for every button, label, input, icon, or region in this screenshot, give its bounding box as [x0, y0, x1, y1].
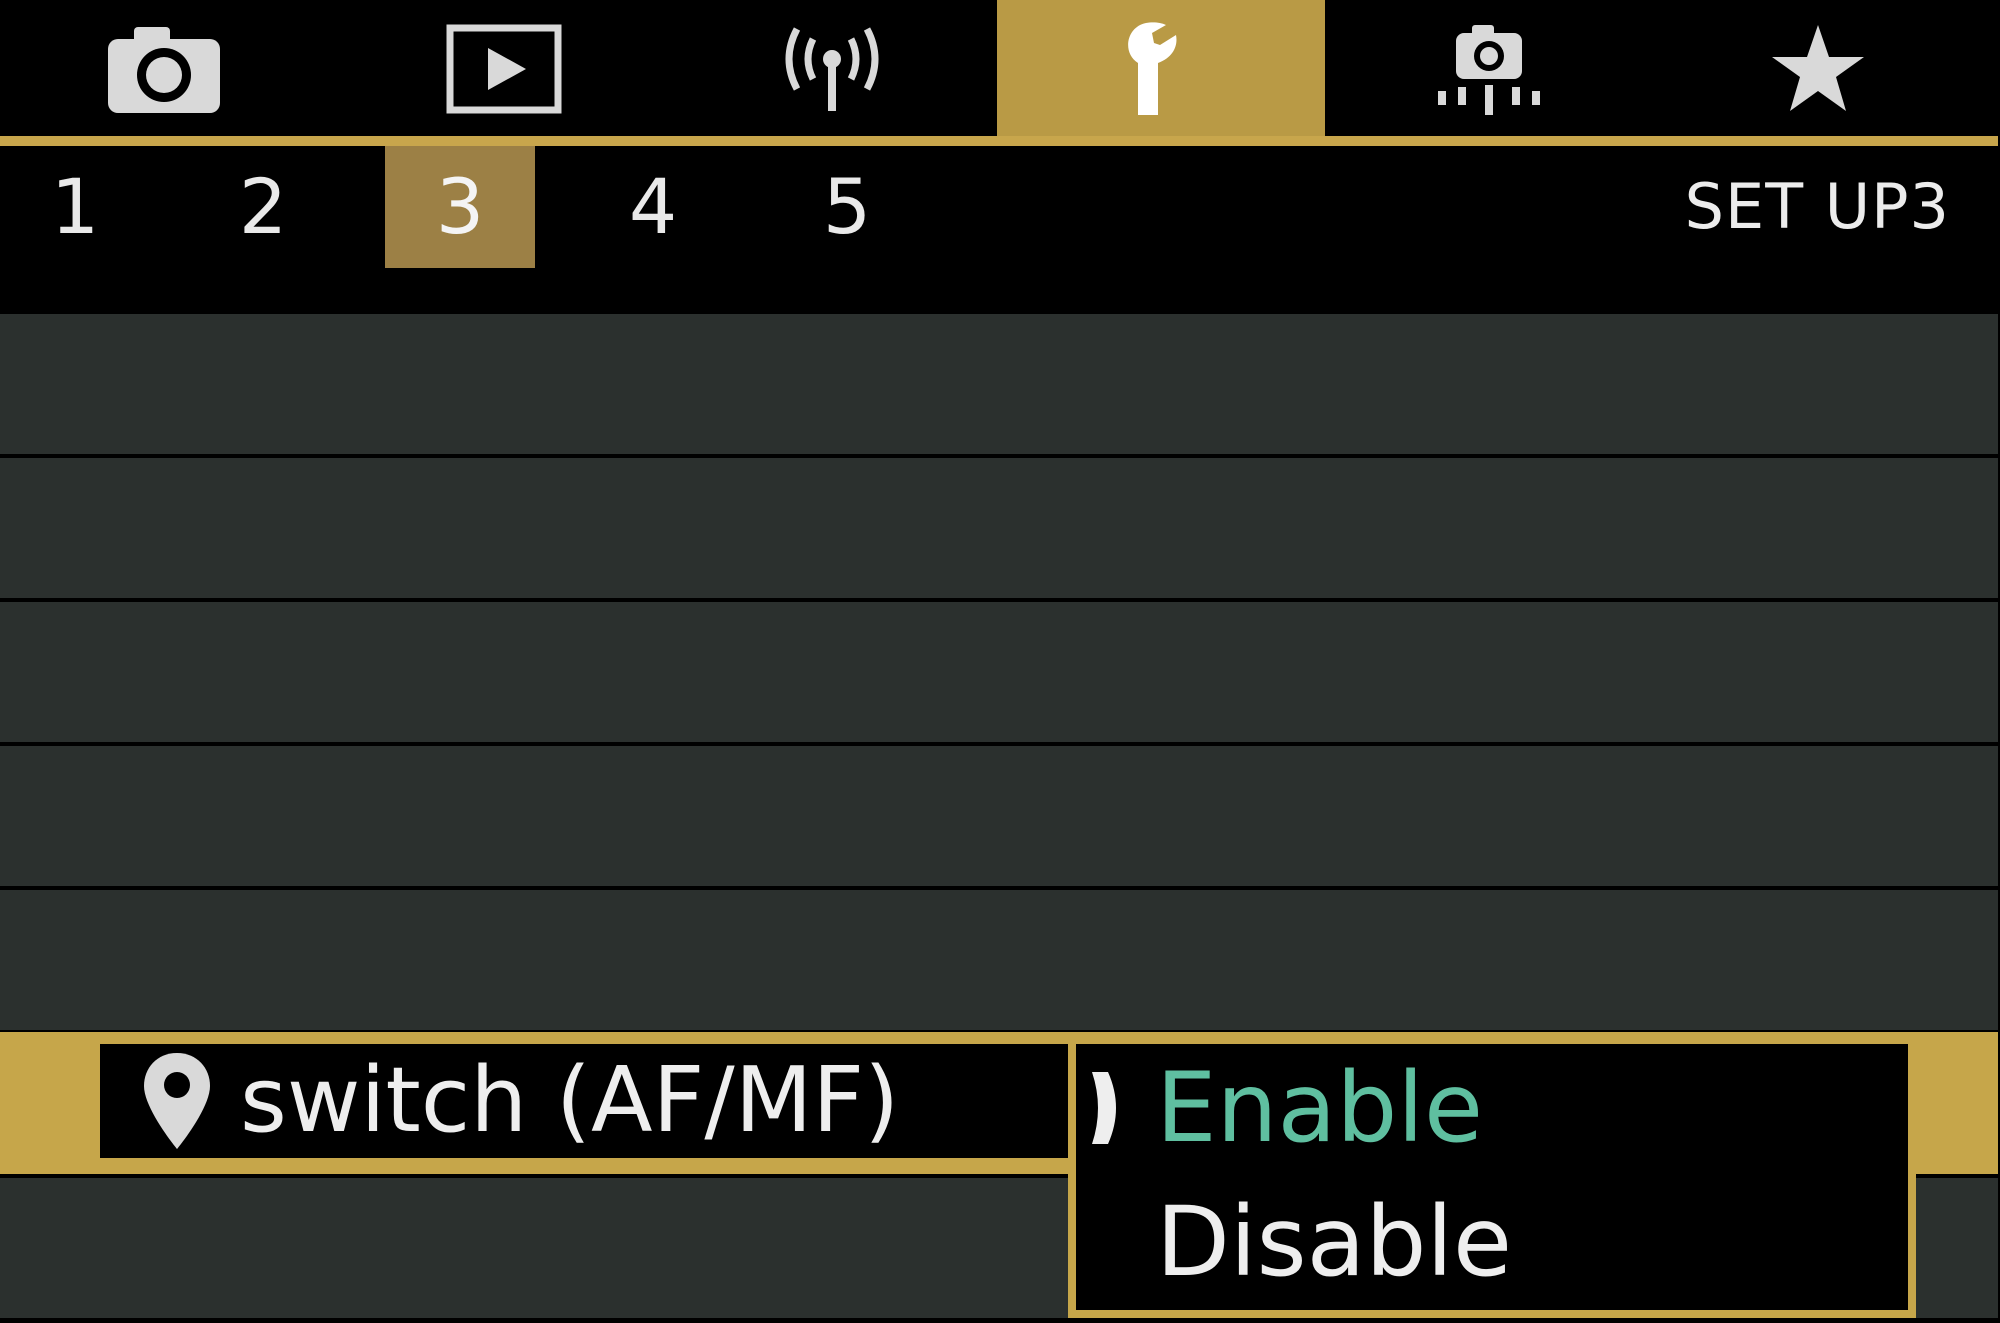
option-enable[interactable]: Enable — [1076, 1044, 1902, 1172]
tab-custom-functions[interactable] — [1325, 0, 1653, 138]
subtab-4[interactable]: 4 — [578, 146, 728, 268]
subtab-3[interactable]: 3 — [385, 146, 535, 268]
menu-row-empty — [0, 890, 1998, 1030]
option-disable-label: Disable — [1156, 1186, 1513, 1298]
subtab-5[interactable]: 5 — [772, 146, 922, 268]
tab-setup[interactable] — [997, 0, 1325, 138]
tab-playback[interactable] — [340, 0, 668, 138]
location-pin-icon — [144, 1053, 210, 1149]
main-tab-bar — [0, 0, 1998, 146]
menu-row-empty — [0, 602, 1998, 742]
menu-row-empty — [0, 314, 1998, 454]
selected-item: switch (AF/MF) — [100, 1044, 1080, 1158]
option-dropdown: Enable Disable — [1068, 1044, 1916, 1318]
tab-shooting[interactable] — [0, 0, 328, 138]
tab-my-menu[interactable] — [1654, 0, 1982, 138]
camera-icon — [108, 27, 220, 113]
menu-row-empty — [0, 458, 1998, 598]
star-icon — [1772, 25, 1864, 111]
wireless-icon — [785, 27, 879, 111]
tab-underline — [0, 136, 1998, 146]
page-label: SET UP3 — [1684, 170, 1950, 243]
option-enable-label: Enable — [1156, 1052, 1483, 1164]
subtab-1[interactable]: 1 — [0, 146, 150, 268]
wrench-icon — [1128, 22, 1177, 115]
selected-item-label: switch (AF/MF) — [240, 1048, 900, 1153]
subtab-2[interactable]: 2 — [188, 146, 338, 268]
menu-row-empty — [0, 746, 1998, 886]
option-disable[interactable]: Disable — [1076, 1178, 1902, 1306]
tab-wireless[interactable] — [668, 0, 996, 138]
selection-cursor-icon — [1092, 1072, 1116, 1144]
camera-menu-screen: 1 2 3 4 5 SET UP3 switch (AF/MF) Enable … — [0, 0, 2000, 1323]
custom-function-icon — [1438, 25, 1540, 115]
sub-tab-bar: 1 2 3 4 5 SET UP3 — [0, 146, 1998, 314]
playback-icon — [446, 24, 562, 114]
